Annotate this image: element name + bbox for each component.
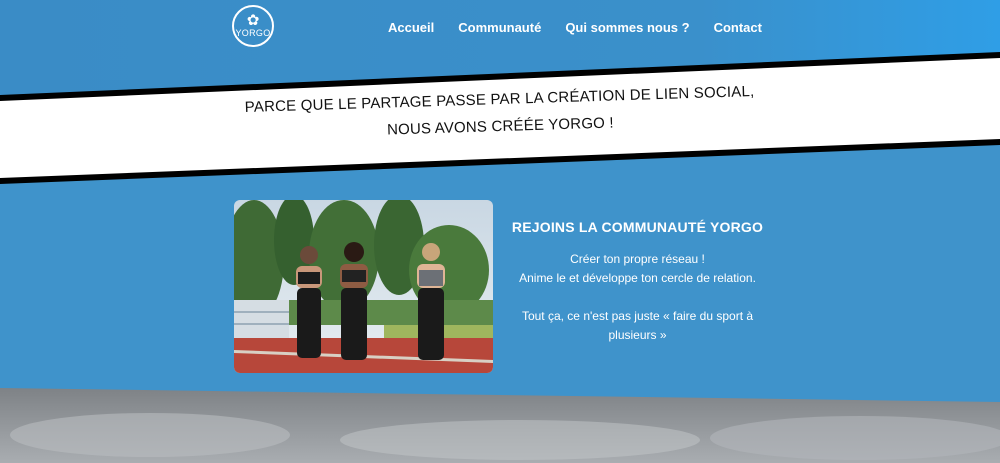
community-text-3: Tout ça, ce n'est pas juste « faire du s… — [521, 309, 754, 342]
community-text-1: Créer ton propre réseau ! — [570, 252, 705, 266]
runners-photo — [234, 200, 493, 373]
community-title: REJOINS LA COMMUNAUTÉ YORGO — [511, 219, 764, 235]
bottom-sky-section — [0, 388, 1000, 463]
community-text-2: Anime le et développe ton cercle de rela… — [519, 271, 756, 285]
runners-illustration — [234, 200, 493, 373]
community-description: Créer ton propre réseau ! Anime le et dé… — [505, 250, 770, 345]
